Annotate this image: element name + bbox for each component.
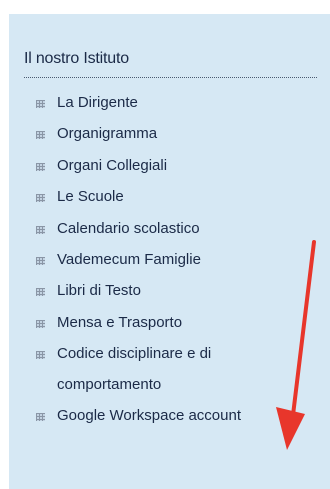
red-arrow-icon bbox=[276, 240, 316, 450]
